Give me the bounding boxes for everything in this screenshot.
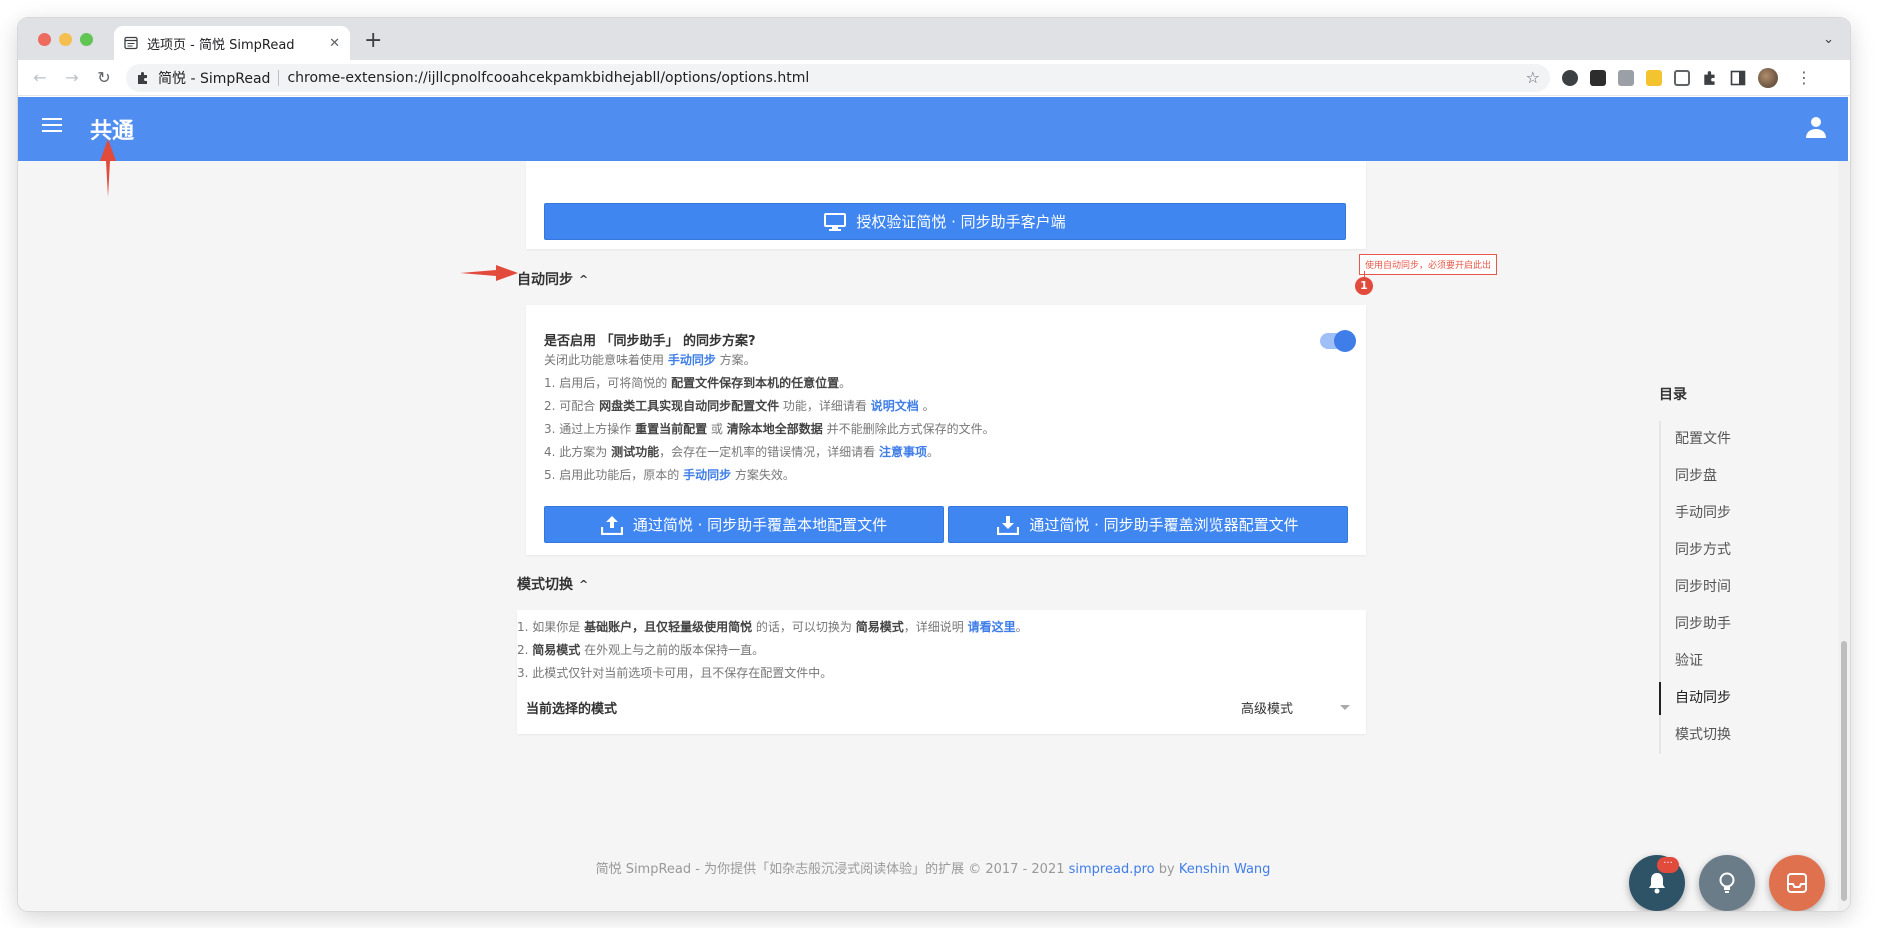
address-bar[interactable]: 简悦 - SimpRead chrome-extension://ijllcpn…	[126, 63, 1550, 92]
page-footer: 简悦 SimpRead - 为你提供「如杂志般沉浸式阅读体验」的扩展 © 201…	[595, 862, 1271, 877]
reload-icon[interactable]: ↻	[88, 68, 120, 87]
toc-item-verify[interactable]: 验证	[1661, 643, 1731, 680]
cover-browser-label: 通过简悦 · 同步助手覆盖浏览器配置文件	[1029, 516, 1299, 534]
cover-local-config-button[interactable]: 通过简悦 · 同步助手覆盖本地配置文件	[544, 506, 944, 543]
mode-switch-description: 1. 如果你是 基础账户，且仅轻量级使用简悦 的话，可以切换为 简易模式，详细说…	[517, 620, 1028, 680]
chevron-up-icon[interactable]: ^	[579, 578, 588, 591]
toc-item-auto-sync[interactable]: 自动同步	[1659, 680, 1731, 717]
user-account-icon[interactable]	[1806, 116, 1826, 138]
browser-menu-icon[interactable]: ⋮	[1796, 68, 1812, 87]
download-icon	[997, 515, 1020, 535]
auto-sync-description: 关闭此功能意味着使用 手动同步 方案。 1. 启用后，可将简悦的 配置文件保存到…	[544, 353, 995, 482]
extension-puzzle-icon	[138, 71, 147, 84]
notification-badge: ···	[1657, 857, 1679, 873]
browser-toolbar: ← → ↻ 简悦 - SimpRead chrome-extension://i…	[18, 60, 1850, 96]
bell-icon	[1649, 873, 1665, 894]
omnibox-separator	[278, 69, 280, 86]
upload-icon	[600, 515, 623, 535]
auto-sync-setting-title: 是否启用 「同步助手」 的同步方案?	[544, 334, 756, 349]
mode-switch-card: 1. 如果你是 基础账户，且仅轻量级使用简悦 的话，可以切换为 简易模式，详细说…	[517, 610, 1366, 734]
extensions-puzzle-icon[interactable]	[1702, 70, 1718, 86]
tab-close-icon[interactable]: ✕	[329, 36, 340, 51]
docs-link[interactable]: 说明文档	[871, 399, 919, 413]
back-arrow-icon[interactable]: ←	[24, 68, 56, 87]
chevron-up-icon[interactable]: ^	[579, 273, 588, 286]
toc-item-sync-method[interactable]: 同步方式	[1661, 532, 1731, 569]
extension-icon-5[interactable]	[1674, 69, 1690, 86]
extension-icon-3[interactable]	[1618, 69, 1634, 86]
author-link[interactable]: Kenshin Wang	[1179, 862, 1271, 877]
toc-list: 配置文件 同步盘 手动同步 同步方式 同步时间 同步助手 验证 自动同步 模式切…	[1659, 421, 1731, 754]
toc-item-mode-switch[interactable]: 模式切换	[1661, 717, 1731, 754]
cover-browser-config-button[interactable]: 通过简悦 · 同步助手覆盖浏览器配置文件	[948, 506, 1348, 543]
sync-helper-card: 授权验证简悦 · 同步助手客户端	[526, 161, 1366, 249]
extension-icon-1[interactable]	[1562, 69, 1578, 86]
notification-fab[interactable]: ···	[1629, 855, 1685, 911]
maximize-window-button[interactable]	[80, 33, 93, 46]
mode-switch-heading-text: 模式切换	[517, 577, 573, 593]
tab-search-chevron-icon[interactable]: ⌄	[1823, 32, 1834, 47]
notes-link[interactable]: 注意事项	[879, 445, 927, 459]
new-tab-button[interactable]: +	[364, 28, 382, 53]
auto-sync-heading[interactable]: 自动同步 ^	[517, 269, 588, 289]
forward-arrow-icon[interactable]: →	[56, 68, 88, 87]
auto-sync-heading-text: 自动同步	[517, 272, 573, 288]
annotation-arrow-up-icon	[100, 139, 116, 197]
hamburger-menu-icon[interactable]	[42, 118, 62, 132]
toc-item-config-file[interactable]: 配置文件	[1661, 421, 1731, 458]
toc-item-sync-helper[interactable]: 同步助手	[1661, 606, 1731, 643]
lightbulb-icon	[1719, 872, 1735, 893]
mode-switch-heading[interactable]: 模式切换 ^	[517, 574, 588, 594]
auto-sync-card: 是否启用 「同步助手」 的同步方案? 关闭此功能意味着使用 手动同步 方案。 1…	[526, 305, 1366, 555]
inbox-icon	[1787, 873, 1807, 893]
annotation-arrow-right-icon	[460, 265, 518, 281]
minimize-window-button[interactable]	[59, 33, 72, 46]
scrollbar-thumb[interactable]	[1841, 641, 1847, 901]
mode-select[interactable]: 高级模式	[1241, 698, 1293, 717]
window-controls	[38, 33, 93, 46]
manual-sync-link-2[interactable]: 手动同步	[683, 468, 731, 482]
extension-icon-2[interactable]	[1590, 69, 1606, 86]
close-window-button[interactable]	[38, 33, 51, 46]
cover-local-label: 通过简悦 · 同步助手覆盖本地配置文件	[632, 516, 888, 534]
extension-icons: ⋮	[1562, 67, 1812, 88]
page-favicon-icon	[124, 36, 138, 50]
simpread-site-link[interactable]: simpread.pro	[1069, 862, 1155, 877]
current-mode-label: 当前选择的模式	[526, 702, 618, 717]
main-content: 授权验证简悦 · 同步助手客户端 自动同步 ^ 是否启用 「同步助手」 的同步方…	[18, 139, 1848, 911]
toc-item-sync-disk[interactable]: 同步盘	[1661, 458, 1731, 495]
tips-fab[interactable]	[1699, 855, 1755, 911]
toc-item-sync-time[interactable]: 同步时间	[1661, 569, 1731, 606]
omnibox-url[interactable]: chrome-extension://ijllcpnolfcooahcekpam…	[287, 70, 1517, 86]
dropdown-arrow-icon[interactable]	[1340, 705, 1350, 710]
auto-sync-toggle[interactable]	[1320, 330, 1356, 352]
browser-tab-active[interactable]: 选项页 - 简悦 SimpRead ✕	[114, 26, 350, 60]
auth-sync-helper-button[interactable]: 授权验证简悦 · 同步助手客户端	[544, 203, 1346, 240]
manual-sync-link[interactable]: 手动同步	[668, 353, 716, 367]
page-scrollbar[interactable]	[1838, 161, 1850, 911]
see-here-link[interactable]: 请看这里	[968, 620, 1016, 634]
auth-button-label: 授权验证简悦 · 同步助手客户端	[856, 213, 1066, 231]
toc-item-manual-sync[interactable]: 手动同步	[1661, 495, 1731, 532]
side-panel-icon[interactable]	[1730, 70, 1746, 86]
tab-title: 选项页 - 简悦 SimpRead	[147, 37, 295, 53]
extension-icon-4[interactable]	[1646, 69, 1662, 86]
app-header: 共通	[18, 97, 1848, 161]
omnibox-site-name: 简悦 - SimpRead	[158, 70, 271, 87]
tab-strip: 选项页 - 简悦 SimpRead ✕ + ⌄	[18, 18, 1850, 60]
bookmark-star-icon[interactable]: ☆	[1526, 68, 1540, 87]
profile-avatar[interactable]	[1758, 67, 1778, 88]
annotation-badge: 1	[1355, 277, 1373, 295]
browser-window: 选项页 - 简悦 SimpRead ✕ + ⌄ ← → ↻ 简悦 - SimpR…	[18, 18, 1850, 911]
monitor-icon	[824, 212, 847, 231]
inbox-fab[interactable]	[1769, 855, 1825, 911]
annotation-tooltip: 使用自动同步，必须要开启此出	[1359, 254, 1498, 275]
toc-title: 目录	[1659, 387, 1687, 403]
